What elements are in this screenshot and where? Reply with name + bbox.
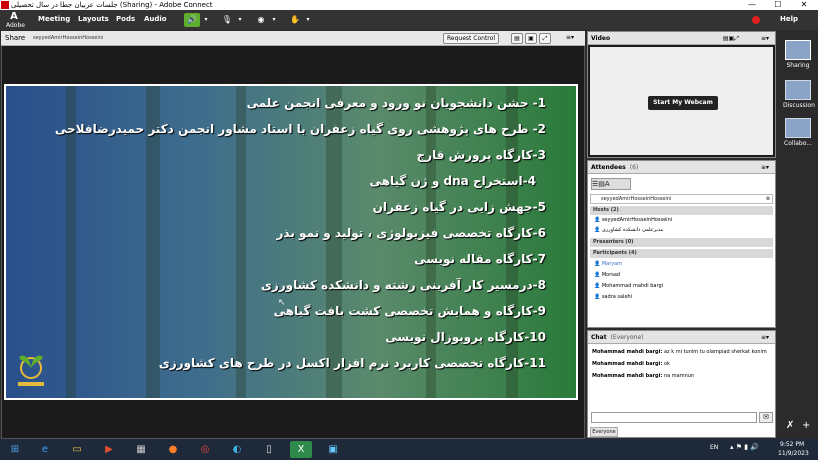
video-layout-icon[interactable]: ▤▣⤢ (723, 32, 739, 45)
list-item[interactable]: 👤 Morsad (594, 271, 771, 280)
chat-message: Mohammad mahdi bargi: az k mi tunim tu o… (592, 349, 767, 355)
pod-options-icon[interactable]: ≡▾ (761, 161, 769, 174)
pod-options-icon[interactable]: ≡▾ (761, 331, 769, 344)
layout-collaboration[interactable]: Collabo... (783, 118, 813, 147)
clear-status-icon[interactable]: ⊗ (766, 195, 770, 203)
current-user-status[interactable]: seyyedAmirHosseinHosseini ⊗ (590, 194, 773, 204)
start-menu-icon[interactable]: ⊞ (4, 441, 26, 458)
mouse-cursor-icon: ↖ (278, 298, 286, 308)
menu-pods[interactable]: Pods (116, 15, 135, 23)
tools-icon[interactable]: ✗ (786, 420, 794, 431)
layout-sharing[interactable]: Sharing (783, 40, 813, 69)
slide-line: 10-کارگاه پروپوزال نویسی (385, 330, 546, 344)
excel-icon[interactable]: X (290, 441, 312, 458)
close-window-button[interactable]: ✕ (792, 0, 816, 10)
chevron-down-icon[interactable]: ▾ (304, 13, 312, 27)
chat-message: Mohammad mahdi bargi: na mamnun (592, 373, 695, 379)
document-icon[interactable]: ▯ (258, 441, 280, 458)
menu-help[interactable]: Help (780, 15, 798, 23)
clock-time[interactable]: 9:52 PM (780, 441, 804, 448)
adobe-logo: A Adobe (6, 11, 25, 29)
attendees-pod-title: Attendees (591, 164, 626, 171)
presenters-section[interactable]: Presenters (0) (590, 238, 773, 247)
chevron-down-icon[interactable]: ▾ (202, 13, 210, 27)
chat-pod-header: Chat (Everyone) ≡▾ (588, 331, 775, 344)
chevron-down-icon[interactable]: ▾ (236, 13, 244, 27)
hosts-section[interactable]: Hosts (2) (590, 206, 773, 215)
slide-line: 7-کارگاه مقاله نویسی (414, 252, 546, 266)
slide-line: 9-کارگاه و همایش تخصصی کشت بافت گیاهی (273, 304, 546, 318)
video-pod: Video ▤▣⤢ ≡▾ Start My Webcam (587, 31, 776, 158)
share-pod-title: Share (5, 34, 26, 42)
raise-hand-icon[interactable]: ✋ (288, 13, 302, 27)
pod-options-icon[interactable]: ≡▾ (563, 33, 577, 44)
slide-line: 5-جهش زایی در گیاه زعفران (372, 200, 546, 214)
slide-line: 6-کارگاه تخصصی فیزیولوژی ، تولید و نمو ب… (276, 226, 546, 240)
chrome-icon[interactable]: ◎ (194, 441, 216, 458)
chat-tab-everyone[interactable]: Everyone (590, 427, 618, 437)
share-pod-header: Share seyyedAmirHosseinHosseini Request … (1, 31, 585, 46)
add-layout-icon[interactable]: + (802, 420, 810, 431)
request-control-button[interactable]: Request Control (443, 33, 499, 44)
participants-section[interactable]: Participants (4) (590, 249, 773, 258)
adobe-connect-app-icon (1, 1, 9, 9)
attendees-pod-header: Attendees (6) ≡▾ (588, 161, 775, 174)
chat-input[interactable] (591, 412, 757, 423)
slide-line: 4-استخراج dna و ژن گیاهی (369, 174, 536, 188)
recording-indicator-icon (752, 16, 760, 24)
video-pod-header: Video ▤▣⤢ ≡▾ (588, 32, 775, 45)
send-message-icon[interactable]: ✉ (759, 412, 773, 423)
speaker-icon[interactable]: 🔊 (184, 13, 200, 27)
expand-icon[interactable]: ⤢ (539, 33, 551, 44)
shared-slide: 1- جشن دانشجویان نو ورود و معرفی انجمن ع… (4, 84, 578, 400)
layout-discussion[interactable]: Discussion (783, 80, 815, 109)
microphone-icon[interactable]: 🎙 (220, 13, 234, 27)
slide-line: 1- جشن دانشجویان نو ورود و معرفی انجمن ع… (246, 96, 546, 110)
chat-message: Mohammad mahdi bargi: ok (592, 361, 670, 367)
fit-width-icon[interactable]: ▤ (511, 33, 523, 44)
list-item[interactable]: 👤 seyyedAmirHosseinHosseini (594, 216, 771, 225)
full-screen-icon[interactable]: ▣ (525, 33, 537, 44)
menu-meeting[interactable]: Meeting (38, 15, 70, 23)
adobe-connect-taskbar-icon[interactable]: ▣ (322, 441, 344, 458)
edge-icon[interactable]: ◐ (226, 441, 248, 458)
webcam-icon[interactable]: ◉ (254, 13, 268, 27)
language-indicator[interactable]: EN (710, 444, 718, 451)
slide-line: 11-کارگاه تخصصی کاربرد نرم افزار اکسل در… (158, 356, 546, 370)
slide-line: 2- طرح های پژوهشی روی گیاه زعفران با است… (54, 122, 546, 136)
association-logo (14, 346, 48, 390)
media-player-icon[interactable]: ▶ (98, 441, 120, 458)
slide-line: 3-کارگاه پرورش قارچ (416, 148, 546, 162)
chevron-down-icon[interactable]: ▾ (270, 13, 278, 27)
list-item[interactable]: 👤 Maryam (594, 260, 771, 269)
chat-scope: (Everyone) (610, 334, 644, 341)
clock-date[interactable]: 11/9/2023 (778, 450, 809, 457)
attendees-pod: Attendees (6) ≡▾ ☰▤A seyyedAmirHosseinHos… (587, 160, 776, 328)
menu-bar: A Adobe Meeting Layouts Pods Audio 🔊 ▾ 🎙… (0, 10, 818, 30)
firefox-icon[interactable]: ● (162, 441, 184, 458)
window-title-bar: جلسات عربیان جطا در سال تحصیلی (Sharing)… (0, 0, 818, 10)
internet-explorer-icon[interactable]: e (34, 441, 56, 458)
attendees-count: (6) (629, 164, 639, 171)
chat-pod-title: Chat (591, 334, 607, 341)
video-editor-icon[interactable]: ▦ (130, 441, 152, 458)
minimize-button[interactable]: — (740, 0, 764, 10)
maximize-button[interactable]: ☐ (766, 0, 790, 10)
tray-icons[interactable]: ▴ ⚑ ▮ 🔊 (730, 443, 759, 451)
attendee-view-toggle[interactable]: ☰▤A (591, 178, 631, 190)
list-item[interactable]: 👤 Mohammad mahdi bargi (594, 282, 771, 291)
pod-options-icon[interactable]: ≡▾ (761, 32, 769, 45)
start-webcam-button[interactable]: Start My Webcam (648, 96, 718, 110)
file-explorer-icon[interactable]: ▭ (66, 441, 88, 458)
slide-line: 8-درمسیر کار آفرینی رشته و دانشکده کشاور… (260, 278, 546, 292)
list-item[interactable]: 👤 مدیرعلمی دانشکده کشاورزی (594, 226, 771, 235)
menu-layouts[interactable]: Layouts (78, 15, 109, 23)
list-item[interactable]: 👤 sadra salehi (594, 293, 771, 302)
windows-taskbar: ⊞ e ▭ ▶ ▦ ● ◎ ◐ ▯ X ▣ EN ▴ ⚑ ▮ 🔊 9:52 PM… (0, 439, 818, 460)
video-pod-title: Video (591, 35, 611, 42)
menu-audio[interactable]: Audio (144, 15, 167, 23)
presenter-name: seyyedAmirHosseinHosseini (33, 35, 104, 41)
window-title: جلسات عربیان جطا در سال تحصیلی (Sharing)… (11, 1, 213, 9)
chat-pod: Chat (Everyone) ≡▾ Mohammad mahdi bargi: … (587, 330, 776, 438)
